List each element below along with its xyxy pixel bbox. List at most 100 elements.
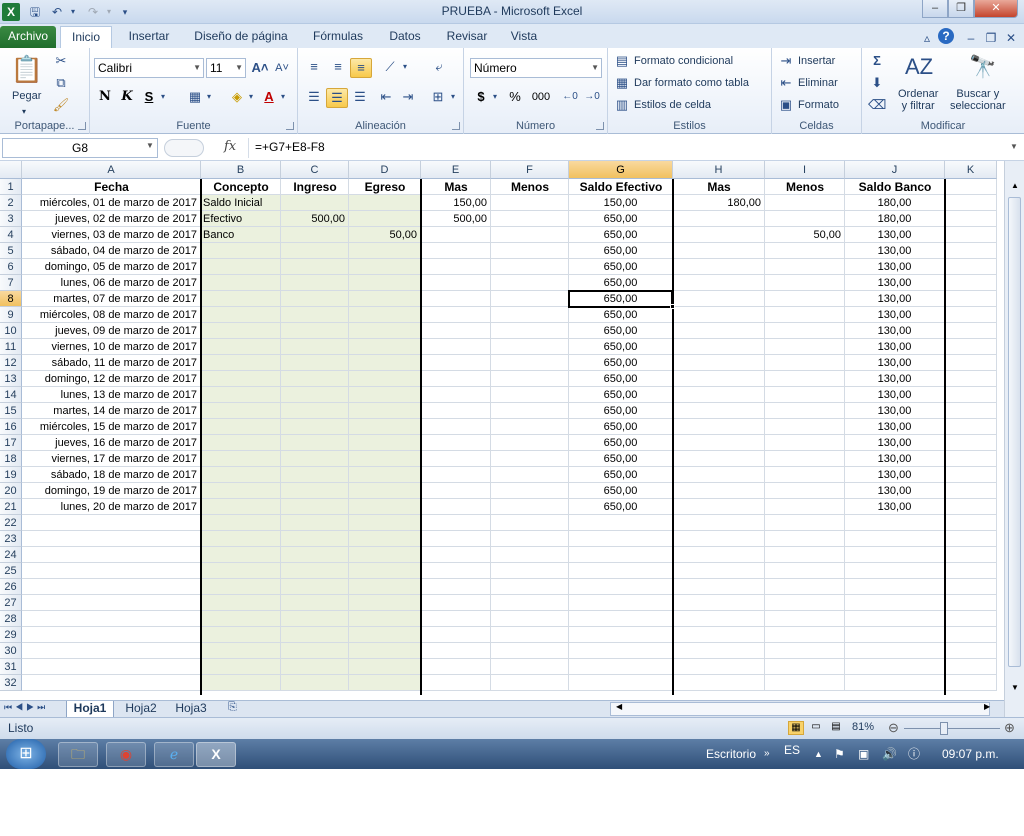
underline-dropdown-icon[interactable]: ▾ xyxy=(158,88,168,106)
page-break-view-icon[interactable]: ▤ xyxy=(828,721,844,735)
cell-g3[interactable]: 650,00 xyxy=(569,211,672,227)
merge-center-icon[interactable]: ⊞ xyxy=(428,88,448,106)
paste-button[interactable]: Pegar xyxy=(12,88,41,104)
header-cell-c[interactable]: Ingreso xyxy=(281,179,349,195)
row-header-23[interactable]: 23 xyxy=(0,531,22,547)
clipboard-launcher-icon[interactable] xyxy=(78,122,86,130)
find-select-icon[interactable]: 🔭 xyxy=(966,52,1000,82)
desktop-toolbar[interactable]: Escritorio xyxy=(706,739,756,769)
help-icon[interactable]: ? xyxy=(938,28,954,44)
row-header-31[interactable]: 31 xyxy=(0,659,22,675)
shrink-font-icon[interactable]: A˅ xyxy=(272,59,292,77)
restore-button[interactable]: ❐ xyxy=(948,0,974,18)
column-header-e[interactable]: E xyxy=(421,161,491,179)
active-cell-g8[interactable] xyxy=(568,290,673,308)
cell-b4[interactable]: Banco xyxy=(201,227,280,243)
name-box[interactable]: G8 xyxy=(2,138,158,158)
align-top-icon[interactable]: ≡ xyxy=(304,58,324,76)
vertical-scroll-thumb[interactable] xyxy=(1008,197,1021,667)
cell-a21[interactable]: lunes, 20 de marzo de 2017 xyxy=(22,499,200,515)
row-header-22[interactable]: 22 xyxy=(0,515,22,531)
font-launcher-icon[interactable] xyxy=(286,122,294,130)
fill-icon[interactable]: ⬇ xyxy=(868,74,886,92)
column-header-d[interactable]: D xyxy=(349,161,421,179)
row-header-29[interactable]: 29 xyxy=(0,627,22,643)
cell-g4[interactable]: 650,00 xyxy=(569,227,672,243)
cell-a20[interactable]: domingo, 19 de marzo de 2017 xyxy=(22,483,200,499)
cell-j6[interactable]: 130,00 xyxy=(845,259,944,275)
align-center-icon[interactable]: ☰ xyxy=(326,88,348,108)
row-header-15[interactable]: 15 xyxy=(0,403,22,419)
header-cell-f[interactable]: Menos xyxy=(491,179,569,195)
language-indicator[interactable]: ES xyxy=(784,735,800,765)
sort-filter-icon[interactable]: AZ xyxy=(902,52,936,82)
system-clock[interactable]: 09:07 p.m. xyxy=(942,739,999,769)
eliminar-button[interactable]: Eliminar xyxy=(798,75,838,91)
row-header-26[interactable]: 26 xyxy=(0,579,22,595)
cell-g5[interactable]: 650,00 xyxy=(569,243,672,259)
cell-j12[interactable]: 130,00 xyxy=(845,355,944,371)
cell-a15[interactable]: martes, 14 de marzo de 2017 xyxy=(22,403,200,419)
format-table-icon[interactable]: ▦ xyxy=(614,74,630,92)
column-header-c[interactable]: C xyxy=(281,161,349,179)
doc-restore-icon[interactable]: ❐ xyxy=(982,29,1000,47)
cell-j7[interactable]: 130,00 xyxy=(845,275,944,291)
zoom-in-icon[interactable]: ⊕ xyxy=(1004,720,1015,736)
column-header-a[interactable]: A xyxy=(22,161,201,179)
increase-decimal-icon[interactable]: ←0 xyxy=(560,88,580,106)
row-header-21[interactable]: 21 xyxy=(0,499,22,515)
dar-formato-tabla-button[interactable]: Dar formato como tabla xyxy=(634,75,749,91)
cut-icon[interactable]: ✂ xyxy=(52,52,70,70)
scroll-left-icon[interactable]: ◀ xyxy=(616,702,622,711)
tab-formulas[interactable]: Fórmulas xyxy=(306,26,370,48)
tab-diseno-pagina[interactable]: Diseño de página xyxy=(190,26,292,48)
row-header-14[interactable]: 14 xyxy=(0,387,22,403)
estilos-celda-button[interactable]: Estilos de celda xyxy=(634,97,711,113)
currency-button[interactable]: $ xyxy=(472,88,490,106)
zoom-out-icon[interactable]: ⊖ xyxy=(888,720,899,736)
percent-button[interactable]: % xyxy=(504,88,526,106)
tab-inicio[interactable]: Inicio xyxy=(60,26,112,48)
row-header-5[interactable]: 5 xyxy=(0,243,22,259)
align-left-icon[interactable]: ☰ xyxy=(304,88,324,106)
row-header-13[interactable]: 13 xyxy=(0,371,22,387)
cell-a19[interactable]: sábado, 18 de marzo de 2017 xyxy=(22,467,200,483)
cell-g12[interactable]: 650,00 xyxy=(569,355,672,371)
cell-j20[interactable]: 130,00 xyxy=(845,483,944,499)
row-header-32[interactable]: 32 xyxy=(0,675,22,691)
row-header-16[interactable]: 16 xyxy=(0,419,22,435)
fill-color-dropdown-icon[interactable]: ▾ xyxy=(246,88,256,106)
zoom-slider-thumb[interactable] xyxy=(940,722,948,735)
cell-j5[interactable]: 130,00 xyxy=(845,243,944,259)
name-box-dropdown-icon[interactable]: ▼ xyxy=(146,141,154,150)
zoom-level[interactable]: 81% xyxy=(852,721,874,733)
cell-a14[interactable]: lunes, 13 de marzo de 2017 xyxy=(22,387,200,403)
cell-c3[interactable]: 500,00 xyxy=(281,211,348,227)
header-cell-b[interactable]: Concepto xyxy=(201,179,281,195)
cell-j11[interactable]: 130,00 xyxy=(845,339,944,355)
sheet-tab-hoja3[interactable]: Hoja3 xyxy=(168,701,214,717)
cell-b3[interactable]: Efectivo xyxy=(201,211,280,227)
fill-color-icon[interactable]: ◈ xyxy=(228,88,246,106)
column-header-j[interactable]: J xyxy=(845,161,945,179)
cell-g9[interactable]: 650,00 xyxy=(569,307,672,323)
cell-j16[interactable]: 130,00 xyxy=(845,419,944,435)
align-right-icon[interactable]: ☰ xyxy=(350,88,370,106)
delete-cells-icon[interactable]: ⇤ xyxy=(778,74,794,92)
format-painter-icon[interactable]: 🖌 xyxy=(52,96,70,114)
cell-a10[interactable]: jueves, 09 de marzo de 2017 xyxy=(22,323,200,339)
header-cell-d[interactable]: Egreso xyxy=(349,179,421,195)
column-header-g[interactable]: G xyxy=(569,161,673,179)
zoom-slider[interactable] xyxy=(904,728,1000,729)
cell-g19[interactable]: 650,00 xyxy=(569,467,672,483)
cell-e3[interactable]: 500,00 xyxy=(421,211,490,227)
cell-g13[interactable]: 650,00 xyxy=(569,371,672,387)
row-header-19[interactable]: 19 xyxy=(0,467,22,483)
align-middle-icon[interactable]: ≡ xyxy=(328,58,348,76)
doc-close-icon[interactable]: ✕ xyxy=(1002,29,1020,47)
formula-input[interactable]: =+G7+E8-F8 xyxy=(248,138,1008,158)
header-cell-g[interactable]: Saldo Efectivo xyxy=(569,179,673,195)
horizontal-scrollbar[interactable] xyxy=(610,702,990,716)
cell-a2[interactable]: miércoles, 01 de marzo de 2017 xyxy=(22,195,200,211)
minimize-button[interactable]: – xyxy=(922,0,948,18)
